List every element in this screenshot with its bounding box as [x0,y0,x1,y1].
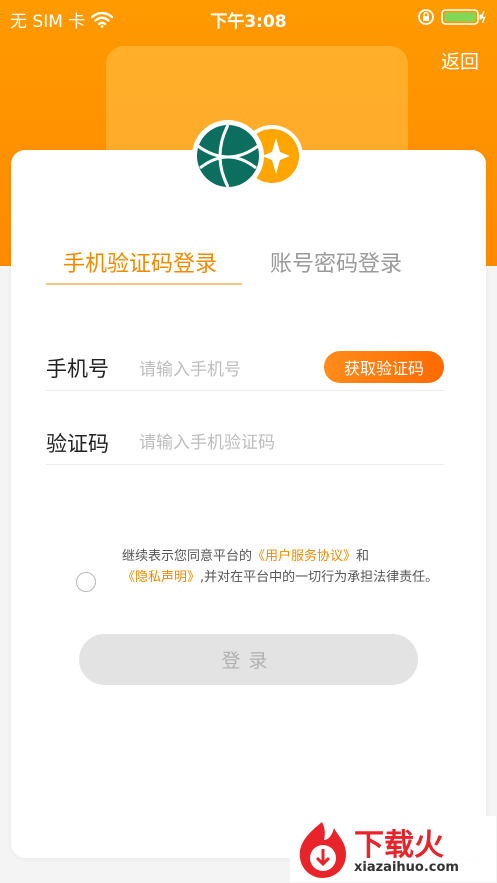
code-input[interactable] [139,431,429,455]
tab-password-login[interactable]: 账号密码登录 [270,246,402,278]
get-code-button[interactable]: 获取验证码 [324,351,444,383]
watermark: 下载火 xiazaihuo.com [290,816,496,882]
watermark-domain: xiazaihuo.com [354,860,459,875]
rotation-lock-icon [418,9,434,25]
back-button[interactable]: 返回 [441,47,479,74]
status-bar: 无 SIM 卡 下午3:08 [0,0,497,36]
phone-divider [46,390,444,391]
code-label: 验证码 [46,432,109,456]
active-tab-underline [46,283,242,285]
phone-label: 手机号 [46,357,109,381]
flame-logo-icon [299,822,346,878]
watermark-brand: 下载火 [354,828,444,863]
login-button[interactable]: 登录 [79,634,418,685]
agreement-text: 继续表示您同意平台的《用户服务协议》和 《隐私声明》,并对在平台中的一切行为承担… [122,546,462,588]
agreement-and: 和 [356,549,370,564]
privacy-link[interactable]: 《隐私声明》 [122,570,200,585]
agreement-suffix: ,并对在平台中的一切行为承担法律责任。 [200,570,439,585]
agreement-prefix: 继续表示您同意平台的 [122,549,253,564]
user-agreement-link[interactable]: 《用户服务协议》 [252,549,356,564]
login-tabs: 手机验证码登录 账号密码登录 [46,246,446,286]
code-divider [46,464,444,465]
battery-icon [441,9,486,25]
agree-radio[interactable] [76,572,96,592]
app-logo [192,120,303,192]
status-right [417,8,487,26]
phone-input[interactable] [139,358,314,382]
tab-sms-login[interactable]: 手机验证码登录 [63,246,217,278]
